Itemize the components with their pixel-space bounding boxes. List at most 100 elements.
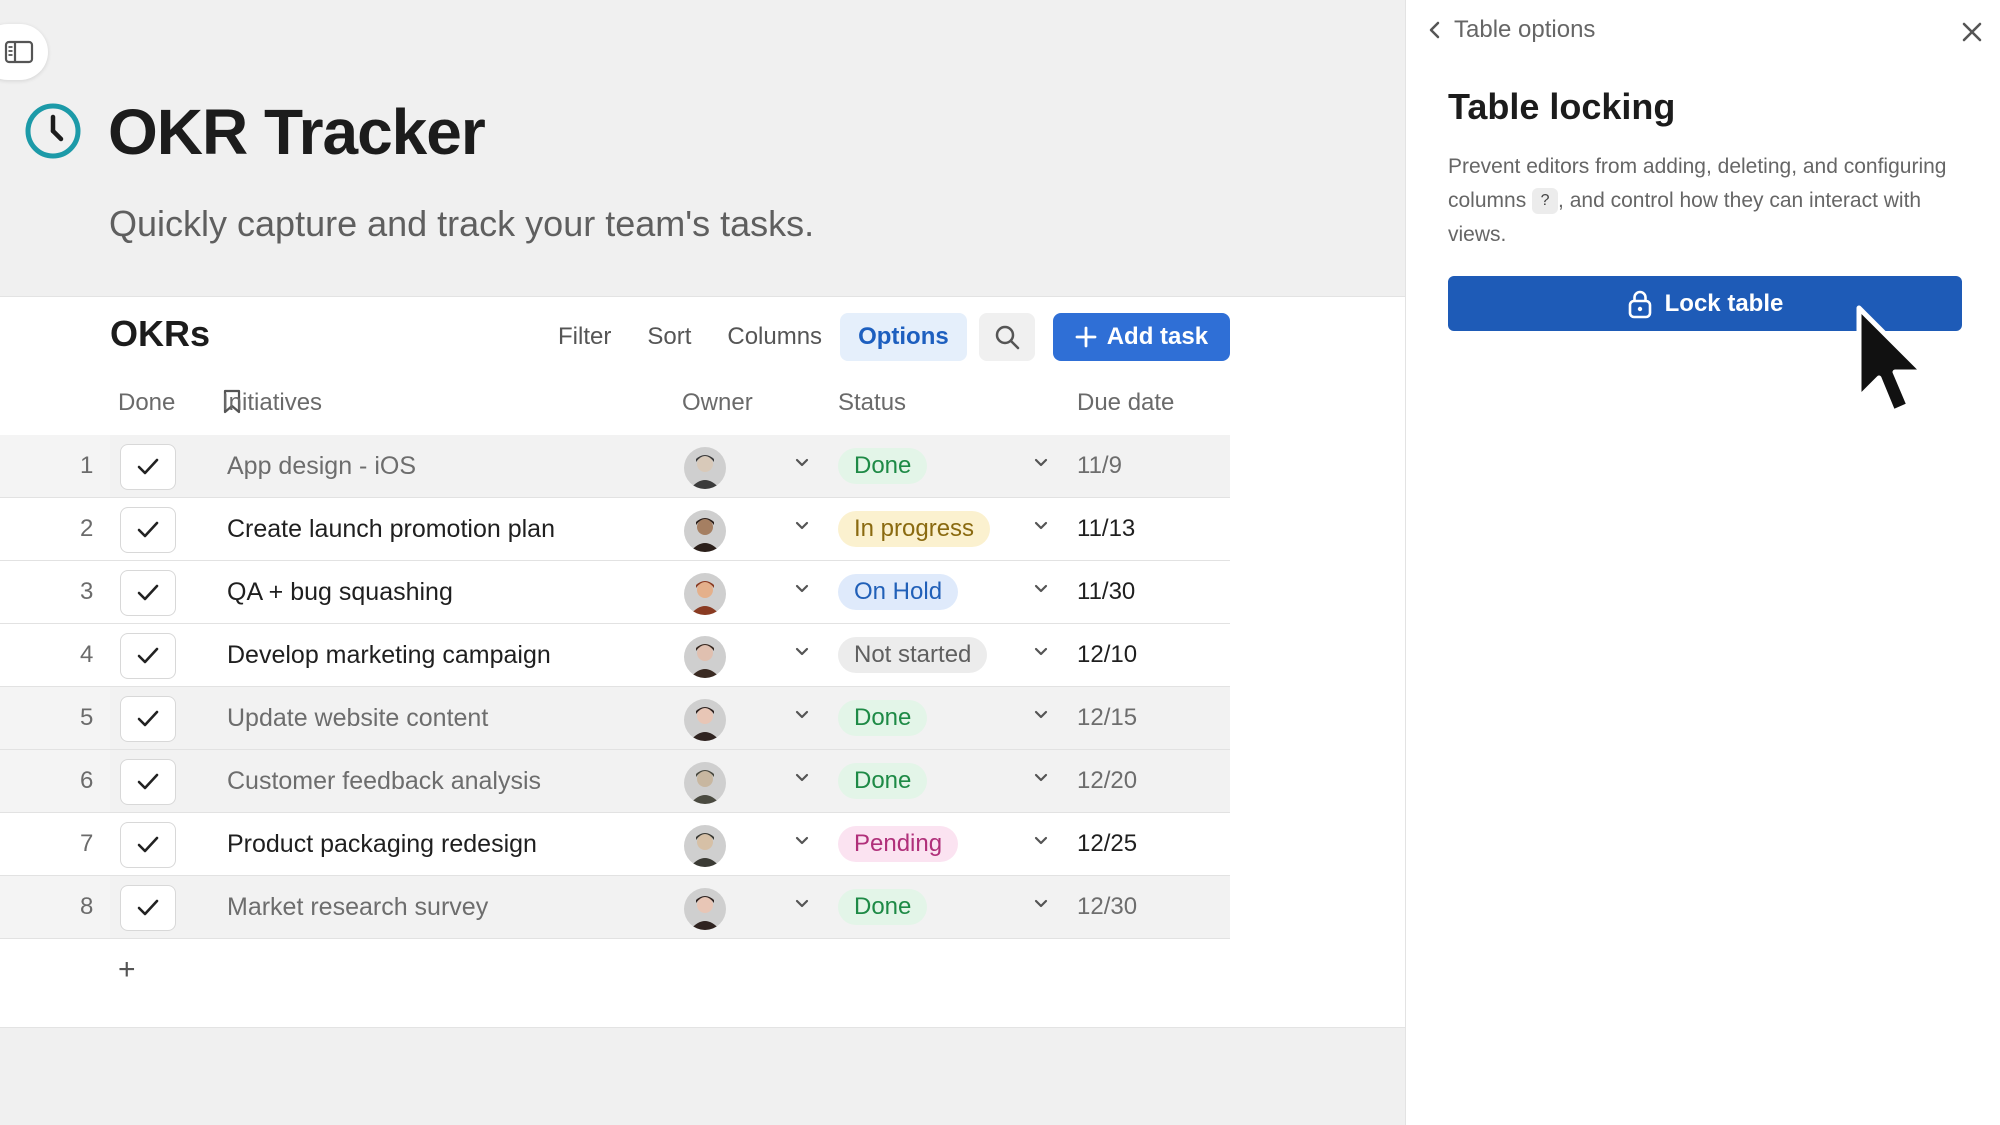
header-initiatives-label: Initiatives xyxy=(222,389,323,416)
header-due-date[interactable]: Due date xyxy=(1077,389,1174,417)
header-done[interactable]: Done xyxy=(118,389,175,417)
due-date[interactable]: 12/30 xyxy=(1077,893,1137,921)
task-name[interactable]: Product packaging redesign xyxy=(227,830,537,859)
status-chevron-down-icon[interactable] xyxy=(1033,646,1049,658)
due-date[interactable]: 12/25 xyxy=(1077,830,1137,858)
avatar-icon xyxy=(684,573,726,615)
status-badge[interactable]: Not started xyxy=(838,637,988,673)
sidebar-toggle-button[interactable] xyxy=(0,24,48,80)
task-name[interactable]: Customer feedback analysis xyxy=(227,767,541,796)
status-badge[interactable]: Pending xyxy=(838,826,959,862)
done-checkbox[interactable] xyxy=(120,570,176,616)
status-chevron-down-icon[interactable] xyxy=(1033,457,1049,469)
chevron-left-icon xyxy=(1429,21,1440,39)
table-row[interactable]: 2 Create launch promotion plan In progre… xyxy=(0,498,1230,561)
due-date[interactable]: 12/20 xyxy=(1077,767,1137,795)
task-name[interactable]: Market research survey xyxy=(227,893,488,922)
status-badge[interactable]: On Hold xyxy=(838,574,959,610)
status-badge[interactable]: Done xyxy=(838,700,928,736)
table-row[interactable]: 6 Customer feedback analysis Done 12/20 xyxy=(0,750,1230,813)
table-card: OKRs Filter Sort Columns Options Add tas… xyxy=(0,296,1405,1028)
task-name[interactable]: App design - iOS xyxy=(227,452,416,481)
owner-chevron-down-icon[interactable] xyxy=(794,520,810,532)
add-task-button[interactable]: Add task xyxy=(1052,313,1231,361)
done-checkbox[interactable] xyxy=(120,822,176,868)
columns-button[interactable]: Columns xyxy=(709,313,840,361)
avatar-icon xyxy=(684,825,726,867)
owner-avatar[interactable] xyxy=(684,888,726,930)
owner-avatar[interactable] xyxy=(684,825,726,867)
status-chevron-down-icon[interactable] xyxy=(1033,898,1049,910)
mouse-cursor-icon xyxy=(1856,305,1926,415)
add-row-button[interactable]: + xyxy=(118,953,136,987)
help-chip[interactable]: ? xyxy=(1532,188,1559,215)
row-number: 6 xyxy=(80,767,94,794)
done-checkbox[interactable] xyxy=(120,759,176,805)
table-row[interactable]: 8 Market research survey Done 12/30 xyxy=(0,876,1230,939)
owner-avatar[interactable] xyxy=(684,699,726,741)
task-name[interactable]: Develop marketing campaign xyxy=(227,641,551,670)
status-chevron-down-icon[interactable] xyxy=(1033,520,1049,532)
table-row[interactable]: 1 App design - iOS Done 11/9 xyxy=(0,435,1230,498)
owner-chevron-down-icon[interactable] xyxy=(794,457,810,469)
plus-icon xyxy=(1075,326,1097,348)
options-button[interactable]: Options xyxy=(840,313,967,361)
main-area: OKR Tracker Quickly capture and track yo… xyxy=(0,0,1405,1125)
panel-description: Prevent editors from adding, deleting, a… xyxy=(1448,150,1978,252)
due-date[interactable]: 12/15 xyxy=(1077,704,1137,732)
done-checkbox[interactable] xyxy=(120,885,176,931)
close-icon[interactable] xyxy=(1956,16,1988,48)
status-badge[interactable]: Done xyxy=(838,763,928,799)
sort-button[interactable]: Sort xyxy=(629,313,709,361)
task-name[interactable]: Update website content xyxy=(227,704,488,733)
owner-chevron-down-icon[interactable] xyxy=(794,898,810,910)
header-status[interactable]: Status xyxy=(838,389,906,417)
table-row[interactable]: 3 QA + bug squashing On Hold 11/30 xyxy=(0,561,1230,624)
owner-chevron-down-icon[interactable] xyxy=(794,646,810,658)
panel-heading: Table locking xyxy=(1448,86,1676,127)
done-checkbox[interactable] xyxy=(120,444,176,490)
done-checkbox[interactable] xyxy=(120,507,176,553)
filter-button[interactable]: Filter xyxy=(540,313,629,361)
row-number: 1 xyxy=(80,452,94,479)
owner-chevron-down-icon[interactable] xyxy=(794,709,810,721)
due-date[interactable]: 11/30 xyxy=(1077,578,1135,606)
row-number: 7 xyxy=(80,830,94,857)
avatar-icon xyxy=(684,510,726,552)
status-chevron-down-icon[interactable] xyxy=(1033,583,1049,595)
back-to-table-options[interactable]: Table options xyxy=(1428,16,1595,44)
status-chevron-down-icon[interactable] xyxy=(1033,772,1049,784)
owner-avatar[interactable] xyxy=(684,762,726,804)
owner-chevron-down-icon[interactable] xyxy=(794,835,810,847)
search-button[interactable] xyxy=(978,313,1035,361)
due-date[interactable]: 12/10 xyxy=(1077,641,1137,669)
status-chevron-down-icon[interactable] xyxy=(1033,835,1049,847)
row-number: 5 xyxy=(80,704,94,731)
check-icon xyxy=(137,647,159,664)
page-subtitle: Quickly capture and track your team's ta… xyxy=(109,203,815,244)
header-owner[interactable]: Owner xyxy=(682,389,753,417)
clock-icon xyxy=(25,103,81,159)
status-badge[interactable]: Done xyxy=(838,448,928,484)
due-date[interactable]: 11/13 xyxy=(1077,515,1135,543)
status-chevron-down-icon[interactable] xyxy=(1033,709,1049,721)
check-icon xyxy=(137,584,159,601)
owner-avatar[interactable] xyxy=(684,573,726,615)
owner-avatar[interactable] xyxy=(684,447,726,489)
table-row[interactable]: 7 Product packaging redesign Pending 12/… xyxy=(0,813,1230,876)
owner-chevron-down-icon[interactable] xyxy=(794,772,810,784)
avatar-icon xyxy=(684,888,726,930)
task-name[interactable]: QA + bug squashing xyxy=(227,578,453,607)
owner-avatar[interactable] xyxy=(684,510,726,552)
status-badge[interactable]: In progress xyxy=(838,511,991,547)
header-initiatives[interactable]: Initiatives xyxy=(222,389,322,416)
done-checkbox[interactable] xyxy=(120,696,176,742)
status-badge[interactable]: Done xyxy=(838,889,928,925)
owner-avatar[interactable] xyxy=(684,636,726,678)
owner-chevron-down-icon[interactable] xyxy=(794,583,810,595)
done-checkbox[interactable] xyxy=(120,633,176,679)
task-name[interactable]: Create launch promotion plan xyxy=(227,515,555,544)
table-row[interactable]: 5 Update website content Done 12/15 xyxy=(0,687,1230,750)
table-row[interactable]: 4 Develop marketing campaign Not started… xyxy=(0,624,1230,687)
due-date[interactable]: 11/9 xyxy=(1077,452,1122,480)
